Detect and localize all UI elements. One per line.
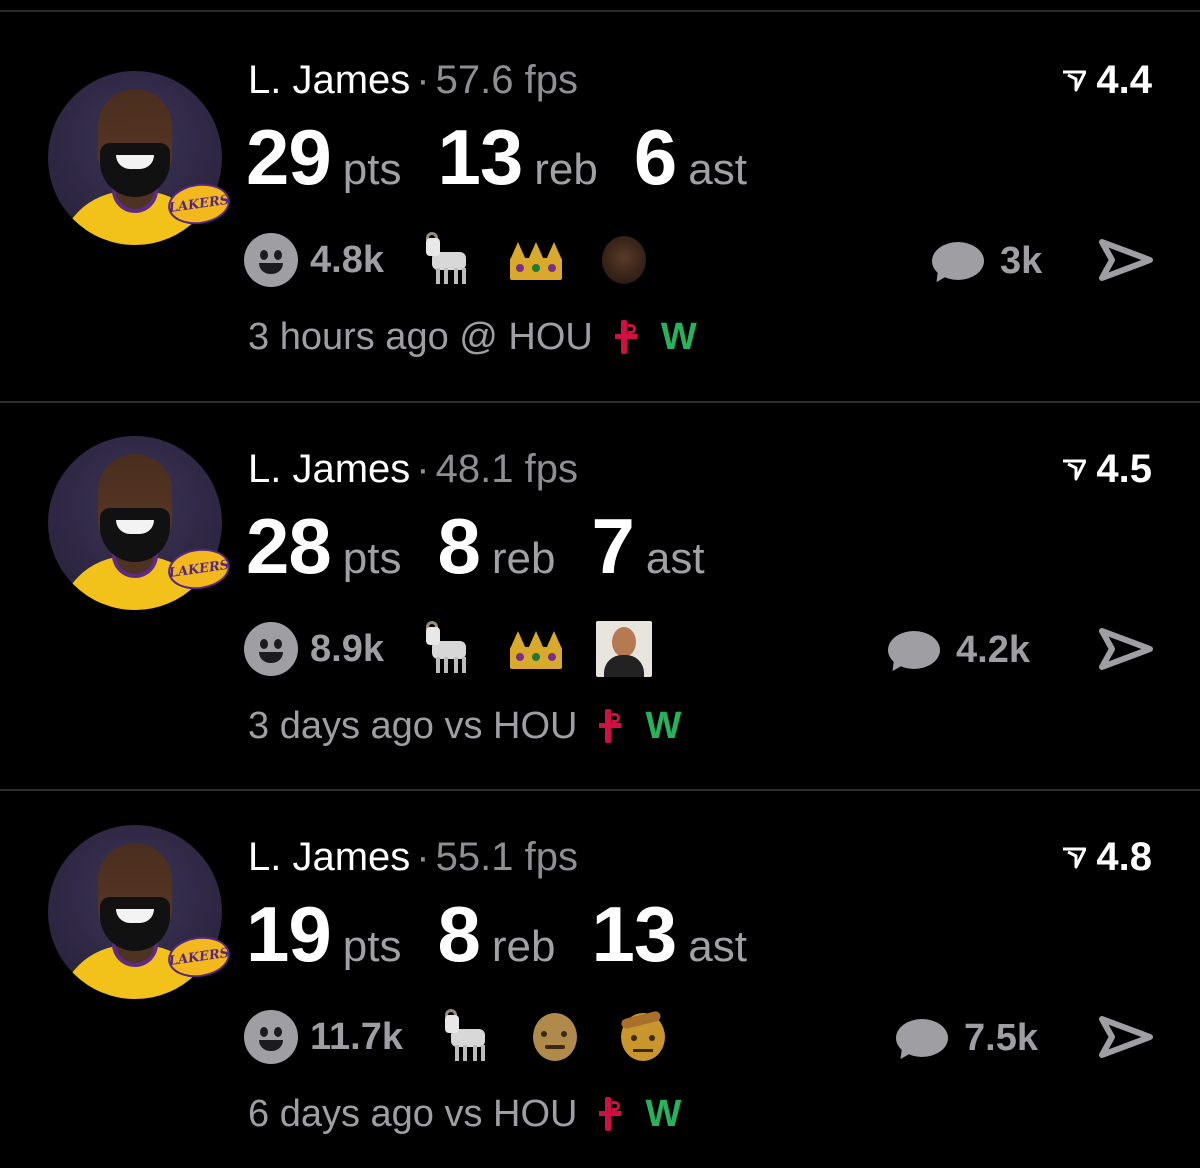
stat-line: 28 pts 8 reb 7 ast — [246, 501, 741, 592]
stat-line: 29 pts 13 reb 6 ast — [246, 112, 783, 203]
react-smiley-icon[interactable] — [244, 233, 298, 287]
top-divider — [0, 10, 1200, 12]
share-icon[interactable] — [1098, 627, 1154, 671]
reaction-count[interactable]: 8.9k — [310, 628, 384, 671]
reactions-bar: 11.7k — [244, 1009, 703, 1065]
comments[interactable]: 3k — [931, 240, 1043, 287]
card-header: L. James · 57.6 fps — [248, 58, 578, 103]
rating[interactable]: 4.5 — [1062, 447, 1152, 492]
rating[interactable]: 4.4 — [1062, 58, 1152, 103]
crown-icon[interactable] — [508, 621, 564, 677]
assists-value: 13 — [591, 890, 677, 978]
assists-label: ast — [688, 145, 747, 194]
rebounds-label: reb — [491, 534, 556, 583]
game-meta: 6 days ago vs HOU W — [248, 1093, 681, 1136]
rebounds-value: 8 — [437, 890, 480, 978]
points-value: 28 — [246, 502, 332, 590]
reaction-count[interactable]: 4.8k — [310, 239, 384, 282]
reaction-count[interactable]: 11.7k — [310, 1016, 403, 1059]
comments[interactable]: 7.5k — [895, 1017, 1038, 1064]
fps-value: 48.1 fps — [435, 447, 578, 491]
reactions-bar: 4.8k — [244, 232, 684, 288]
player-name[interactable]: L. James — [248, 835, 410, 879]
assists-value: 6 — [633, 113, 677, 201]
crown-icon[interactable] — [508, 232, 564, 288]
rebounds-label: reb — [534, 145, 598, 194]
react-smiley-icon[interactable] — [244, 1010, 298, 1064]
points-value: 19 — [246, 890, 332, 978]
comments[interactable]: 4.2k — [887, 629, 1030, 676]
rating-icon — [1063, 847, 1087, 868]
rockets-logo-icon — [595, 1095, 625, 1135]
game-card[interactable]: LAKERS L. James · 57.6 fps 4.4 29 pts 13 reb… — [0, 14, 1200, 400]
player-name[interactable]: L. James — [248, 58, 410, 102]
card-header: L. James · 48.1 fps — [248, 447, 578, 492]
rockets-logo-icon — [595, 707, 625, 747]
card-header: L. James · 55.1 fps — [248, 835, 578, 880]
rating-value: 4.8 — [1096, 835, 1152, 879]
rating-icon — [1063, 70, 1087, 91]
share-icon[interactable] — [1098, 238, 1154, 282]
game-card[interactable]: LAKERS L. James · 48.1 fps 4.5 28 pts 8 reb … — [0, 403, 1200, 789]
points-label: pts — [342, 534, 402, 583]
fps-value: 57.6 fps — [435, 58, 578, 102]
game-time-opponent: 3 hours ago @ HOU — [248, 316, 593, 358]
rebounds-value: 8 — [437, 502, 480, 590]
separator: · — [416, 58, 430, 102]
game-card[interactable]: LAKERS L. James · 55.1 fps 4.8 19 pts 8 reb … — [0, 791, 1200, 1168]
points-value: 29 — [246, 113, 332, 201]
stat-line: 19 pts 8 reb 13 ast — [246, 889, 783, 980]
game-meta: 3 days ago vs HOU W — [248, 705, 681, 748]
assists-label: ast — [645, 534, 705, 583]
game-time-opponent: 6 days ago vs HOU — [248, 1093, 578, 1135]
game-time-opponent: 3 days ago vs HOU — [248, 705, 578, 747]
fps-value: 55.1 fps — [435, 835, 578, 879]
comment-icon — [931, 241, 984, 287]
comment-count: 7.5k — [964, 1017, 1038, 1059]
assists-value: 7 — [591, 502, 634, 590]
rating-value: 4.4 — [1096, 58, 1152, 102]
rating[interactable]: 4.8 — [1062, 835, 1152, 880]
separator: · — [416, 835, 430, 879]
comment-icon — [895, 1018, 948, 1064]
goat-icon[interactable] — [420, 621, 476, 677]
react-smiley-icon[interactable] — [244, 622, 298, 676]
reactions-bar: 8.9k — [244, 621, 684, 677]
comment-count: 4.2k — [956, 629, 1030, 671]
game-meta: 3 hours ago @ HOU W — [248, 316, 697, 359]
separator: · — [416, 447, 430, 491]
goat-icon[interactable] — [439, 1009, 495, 1065]
goat-icon[interactable] — [420, 232, 476, 288]
points-label: pts — [342, 145, 402, 194]
assists-label: ast — [688, 922, 747, 971]
share-icon[interactable] — [1098, 1015, 1154, 1059]
comment-icon — [887, 630, 940, 676]
rebounds-value: 13 — [437, 113, 523, 201]
game-result: W — [645, 705, 682, 747]
game-result: W — [645, 1093, 682, 1135]
game-result: W — [660, 316, 697, 358]
rockets-logo-icon — [611, 318, 641, 358]
face-icon[interactable] — [595, 621, 652, 677]
comment-count: 3k — [1000, 240, 1043, 282]
saluting-face-icon[interactable] — [615, 1009, 671, 1065]
face-icon[interactable] — [596, 232, 652, 288]
rebounds-label: reb — [491, 922, 556, 971]
rating-value: 4.5 — [1096, 447, 1152, 491]
points-label: pts — [342, 922, 402, 971]
old-man-face-icon[interactable] — [527, 1009, 583, 1065]
rating-icon — [1063, 459, 1087, 480]
player-name[interactable]: L. James — [248, 447, 410, 491]
